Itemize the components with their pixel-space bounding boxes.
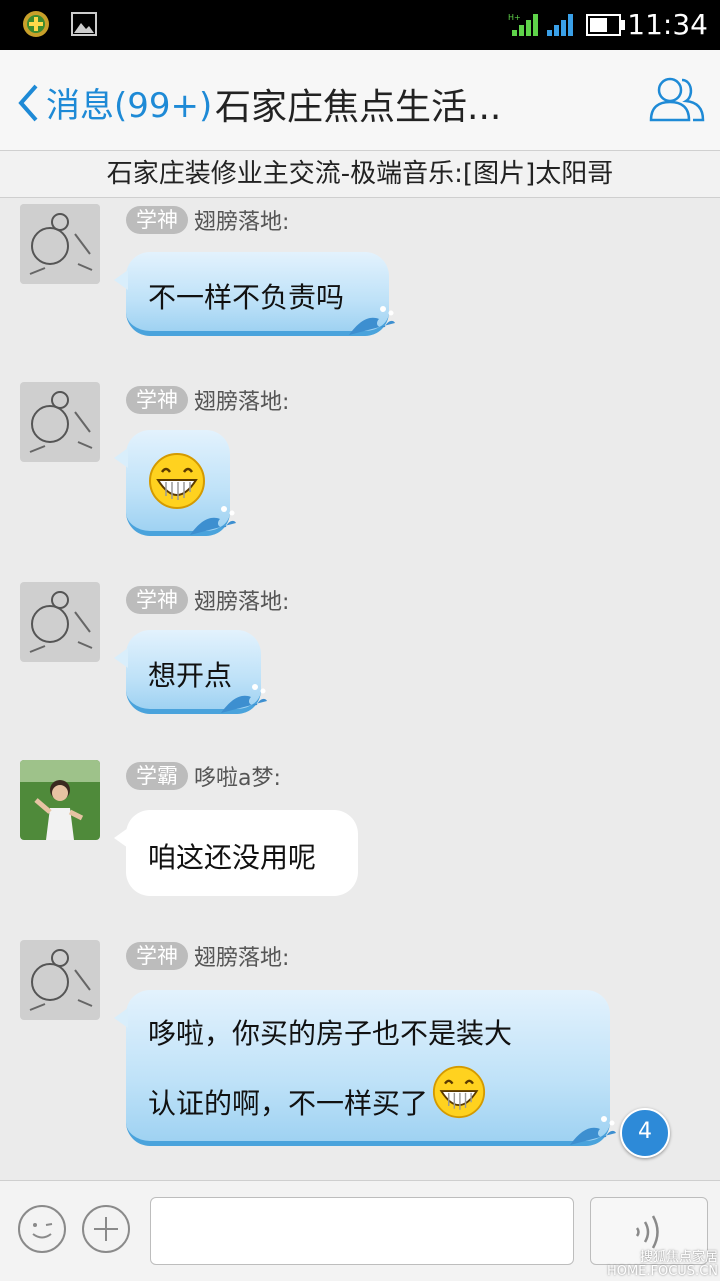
wave-decoration-icon [349, 306, 395, 335]
member-tag: 学神 [126, 386, 188, 414]
chat-title: 石家庄焦点生活... [215, 87, 502, 128]
message-bubble[interactable]: 哆啦，你买的房子也不是装大 认证的啊，不一样买了 [114, 990, 616, 1146]
svg-text:H+: H+ [508, 13, 521, 22]
avatar[interactable] [20, 582, 100, 662]
wave-decoration-icon [570, 1116, 616, 1145]
group-members-button[interactable] [648, 74, 706, 128]
bubble-tail [114, 1008, 128, 1028]
smiley-icon [32, 1223, 53, 1239]
sender-name: 翅膀落地: [194, 590, 290, 615]
avatar[interactable] [20, 940, 100, 1020]
voice-wave-icon [635, 1215, 659, 1249]
app-notification-icon [23, 11, 49, 37]
chat-message-list[interactable]: 学神 翅膀落地: 不一样不负责吗 学神 翅膀落地: 学神 翅膀落地: 想开点 学… [0, 198, 720, 1180]
more-options-button[interactable] [82, 1205, 130, 1253]
group-notice-banner[interactable]: 石家庄装修业主交流-极端音乐:[图片]太阳哥 [0, 151, 720, 198]
plus-icon [94, 1217, 118, 1241]
emoji-button[interactable] [18, 1205, 66, 1253]
sender-line: 学神 翅膀落地: [126, 940, 289, 972]
message-text: 咱这还没用呢 [148, 841, 317, 874]
message-bubble[interactable]: 咱这还没用呢 [114, 810, 358, 896]
status-bar: H+ 11:34 [0, 0, 720, 50]
signal-2-icon [547, 14, 573, 36]
watermark: 搜狐焦点家居 HOME.FOCUS.CN [606, 1250, 718, 1279]
message-bubble[interactable] [114, 430, 236, 536]
sketch-avatar-icon [20, 204, 100, 284]
input-bar: 搜狐焦点家居 HOME.FOCUS.CN [0, 1180, 720, 1281]
avatar[interactable] [20, 204, 100, 284]
message-bubble[interactable]: 不一样不负责吗 [114, 252, 395, 336]
avatar[interactable] [20, 760, 100, 840]
sender-name: 翅膀落地: [194, 210, 290, 235]
member-tag: 学神 [126, 586, 188, 614]
message-text-line: 认证的啊，不一样买了 [148, 1087, 429, 1120]
avatar[interactable] [20, 382, 100, 462]
sender-line: 学霸 哆啦a梦: [126, 760, 281, 792]
chat-header: 消息(99+) 石家庄焦点生活... [0, 50, 720, 151]
member-tag: 学神 [126, 206, 188, 234]
bubble-tail [114, 648, 128, 668]
sender-line: 学神 翅膀落地: [126, 204, 289, 236]
sender-name: 翅膀落地: [194, 390, 290, 415]
bubble-tail [114, 270, 128, 290]
grin-emoji-icon [432, 1065, 486, 1119]
message-text: 不一样不负责吗 [148, 281, 345, 314]
group-contacts-icon [649, 77, 705, 122]
sketch-avatar-icon [20, 582, 100, 662]
unread-count-badge[interactable]: 4 [620, 1108, 670, 1158]
back-label: 消息(99+) [46, 86, 213, 126]
back-arrow-icon [18, 84, 38, 121]
wave-decoration-icon [190, 506, 236, 535]
member-tag: 学神 [126, 942, 188, 970]
back-button[interactable]: 消息(99+) [16, 78, 212, 127]
sender-name: 翅膀落地: [194, 946, 290, 971]
bubble-tail [114, 448, 128, 468]
sketch-avatar-icon [20, 382, 100, 462]
bubble-tail [114, 828, 128, 848]
photo-avatar-icon [20, 760, 100, 840]
image-notification-icon [71, 12, 97, 36]
member-tag: 学霸 [126, 762, 188, 790]
sender-line: 学神 翅膀落地: [126, 384, 289, 416]
wave-decoration-icon [221, 684, 267, 713]
sender-line: 学神 翅膀落地: [126, 584, 289, 616]
battery-icon [586, 14, 625, 36]
message-text-line: 哆啦，你买的房子也不是装大 [148, 1017, 513, 1050]
clock: 11:34 [627, 8, 708, 41]
message-input[interactable] [150, 1197, 574, 1265]
sketch-avatar-icon [20, 940, 100, 1020]
signal-icon: H+ [508, 13, 538, 36]
sender-name: 哆啦a梦: [194, 766, 281, 791]
message-bubble[interactable]: 想开点 [114, 630, 267, 714]
